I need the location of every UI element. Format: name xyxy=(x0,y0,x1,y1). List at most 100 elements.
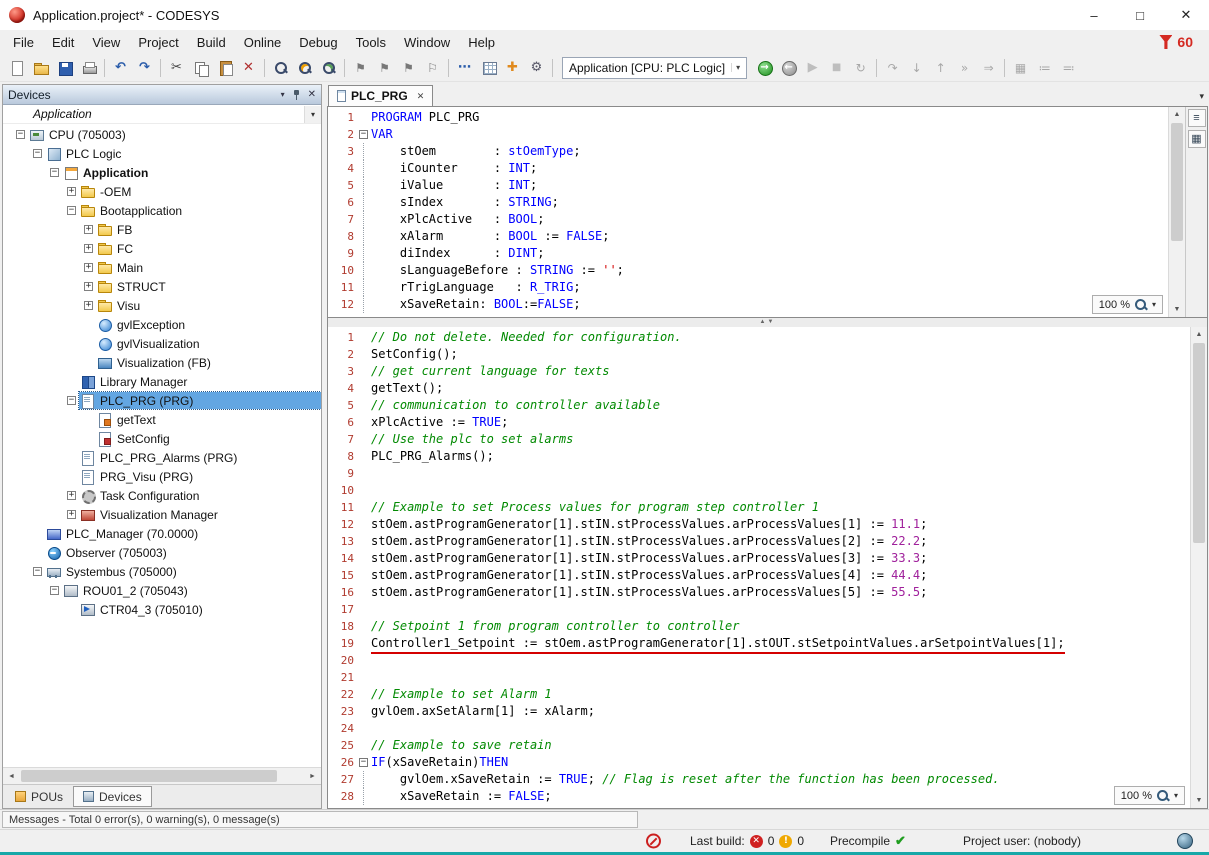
tree-item-gettext[interactable]: getText xyxy=(3,410,321,429)
paste-button[interactable] xyxy=(213,56,236,79)
tree-item-visualization-manager[interactable]: +Visualization Manager xyxy=(3,505,321,524)
input-assistant-button[interactable]: ⋯ xyxy=(453,56,476,79)
tree-item-observer-705003[interactable]: Observer (705003) xyxy=(3,543,321,562)
menu-debug[interactable]: Debug xyxy=(290,31,346,54)
tree-item-plc-prg-alarms-prg[interactable]: PLC_PRG_Alarms (PRG) xyxy=(3,448,321,467)
tab-list-dropdown-icon[interactable]: ▾ xyxy=(1199,91,1204,102)
filter-badge-count[interactable]: 60 xyxy=(1177,34,1193,50)
close-button[interactable]: ✕ xyxy=(1163,0,1209,30)
open-project-button[interactable] xyxy=(29,56,52,79)
menu-file[interactable]: File xyxy=(4,31,43,54)
tree-item-plc-prg-prg[interactable]: −PLC_PRG (PRG) xyxy=(3,391,321,410)
tree-item-fc[interactable]: +FC xyxy=(3,239,321,258)
tree-item-fb[interactable]: +FB xyxy=(3,220,321,239)
tree-item-ctr04-3-705010[interactable]: CTR04_3 (705010) xyxy=(3,600,321,619)
expand-icon[interactable]: + xyxy=(84,282,93,291)
collapse-icon[interactable]: − xyxy=(50,168,59,177)
device-tree[interactable]: −CPU (705003)−PLC Logic−Application+-OEM… xyxy=(3,124,321,767)
expand-icon[interactable]: + xyxy=(67,491,76,500)
editor-splitter[interactable]: ▲▼ xyxy=(327,318,1208,327)
declarations-table-button[interactable] xyxy=(477,56,500,79)
set-next-statement-button[interactable]: ⇒ xyxy=(977,56,1000,79)
scroll-up-icon[interactable]: ▲ xyxy=(1191,327,1207,342)
pin-icon[interactable] xyxy=(292,89,301,101)
scrollbar-thumb[interactable] xyxy=(1193,343,1205,543)
menu-edit[interactable]: Edit xyxy=(43,31,83,54)
tree-item-task-configuration[interactable]: +Task Configuration xyxy=(3,486,321,505)
build-button[interactable]: ⚙ xyxy=(525,56,548,79)
menu-project[interactable]: Project xyxy=(129,31,187,54)
login-button[interactable] xyxy=(753,56,776,79)
undo-button[interactable]: ↶ xyxy=(109,56,132,79)
tree-item-systembus-705000[interactable]: −Systembus (705000) xyxy=(3,562,321,581)
bookmark-previous-button[interactable]: ⚑ xyxy=(397,56,420,79)
tree-item-main[interactable]: +Main xyxy=(3,258,321,277)
replace-button[interactable] xyxy=(293,56,316,79)
maximize-button[interactable]: □ xyxy=(1117,0,1163,30)
scroll-down-icon[interactable]: ▼ xyxy=(1191,793,1207,808)
redo-button[interactable]: ↷ xyxy=(133,56,156,79)
expand-icon[interactable]: + xyxy=(84,225,93,234)
implementation-vertical-scrollbar[interactable]: ▲ ▼ xyxy=(1190,327,1207,808)
panel-close-icon[interactable]: ✕ xyxy=(308,89,316,100)
menu-build[interactable]: Build xyxy=(188,31,235,54)
tree-item-plc-logic[interactable]: −PLC Logic xyxy=(3,144,321,163)
scroll-left-icon[interactable]: ◄ xyxy=(3,768,20,784)
write-values-button[interactable]: ≕ xyxy=(1057,56,1080,79)
tree-item-cpu-705003[interactable]: −CPU (705003) xyxy=(3,125,321,144)
bookmark-next-button[interactable]: ⚑ xyxy=(373,56,396,79)
tree-item-visu[interactable]: +Visu xyxy=(3,296,321,315)
textual-view-button[interactable]: ≡ xyxy=(1188,109,1206,127)
tab-devices[interactable]: Devices xyxy=(73,786,152,807)
logout-button[interactable] xyxy=(777,56,800,79)
zoom-control[interactable]: 100 % ▾ xyxy=(1114,786,1185,805)
collapse-icon[interactable]: − xyxy=(33,567,42,576)
messages-summary[interactable]: Messages - Total 0 error(s), 0 warning(s… xyxy=(2,811,638,828)
tree-item-visualization-fb[interactable]: Visualization (FB) xyxy=(3,353,321,372)
close-tab-icon[interactable]: ✕ xyxy=(417,91,425,102)
project-root-combo[interactable]: Application ▾ xyxy=(3,105,321,124)
collapse-icon[interactable]: − xyxy=(67,206,76,215)
devices-horizontal-scrollbar[interactable]: ◄ ► xyxy=(3,767,321,784)
scroll-down-icon[interactable]: ▼ xyxy=(1169,302,1185,317)
expand-icon[interactable]: + xyxy=(67,510,76,519)
implementation-editor[interactable]: 1// Do not delete. Needed for configurat… xyxy=(328,327,1190,808)
bookmark-toggle-button[interactable]: ⚑ xyxy=(349,56,372,79)
stop-button[interactable]: ■ xyxy=(825,56,848,79)
expand-icon[interactable]: + xyxy=(84,244,93,253)
scrollbar-thumb[interactable] xyxy=(1171,123,1183,241)
fold-marker[interactable]: − xyxy=(359,130,368,139)
tree-item-library-manager[interactable]: Library Manager xyxy=(3,372,321,391)
tree-item-setconfig[interactable]: SetConfig xyxy=(3,429,321,448)
chevron-down-icon[interactable]: ▾ xyxy=(304,106,321,123)
fold-marker[interactable]: − xyxy=(359,758,368,767)
active-application-combo[interactable]: Application [CPU: PLC Logic]▾ xyxy=(562,57,747,79)
filter-funnel-icon[interactable] xyxy=(1159,35,1172,49)
step-into-button[interactable]: ↓ xyxy=(905,56,928,79)
collapse-icon[interactable]: − xyxy=(33,149,42,158)
declaration-editor[interactable]: 1PROGRAM PLC_PRG2−VAR3 stOem : stOemType… xyxy=(328,107,1168,317)
expand-icon[interactable]: + xyxy=(67,187,76,196)
menu-online[interactable]: Online xyxy=(235,31,291,54)
tree-item-gvlvisualization[interactable]: gvlVisualization xyxy=(3,334,321,353)
collapse-icon[interactable]: − xyxy=(67,396,76,405)
scrollbar-thumb[interactable] xyxy=(21,770,277,782)
bookmark-clear-button[interactable]: ⚐ xyxy=(421,56,444,79)
tree-item-application[interactable]: −Application xyxy=(3,163,321,182)
tab-pous[interactable]: POUs xyxy=(5,786,73,807)
collapse-icon[interactable]: − xyxy=(16,130,25,139)
find-next-button[interactable] xyxy=(317,56,340,79)
delete-button[interactable]: ✕ xyxy=(237,56,260,79)
scroll-right-icon[interactable]: ► xyxy=(304,768,321,784)
new-object-button[interactable]: ✚ xyxy=(501,56,524,79)
tab-plc-prg[interactable]: PLC_PRG ✕ xyxy=(328,85,433,106)
force-values-button[interactable]: ≔ xyxy=(1033,56,1056,79)
chevron-down-icon[interactable]: ▾ xyxy=(1174,791,1178,800)
zoom-control[interactable]: 100 % ▾ xyxy=(1092,295,1163,314)
collapse-icon[interactable]: − xyxy=(50,586,59,595)
flow-control-button[interactable]: ▦ xyxy=(1009,56,1032,79)
minimize-button[interactable]: – xyxy=(1071,0,1117,30)
menu-window[interactable]: Window xyxy=(395,31,459,54)
cut-button[interactable]: ✂ xyxy=(165,56,188,79)
save-button[interactable] xyxy=(53,56,76,79)
